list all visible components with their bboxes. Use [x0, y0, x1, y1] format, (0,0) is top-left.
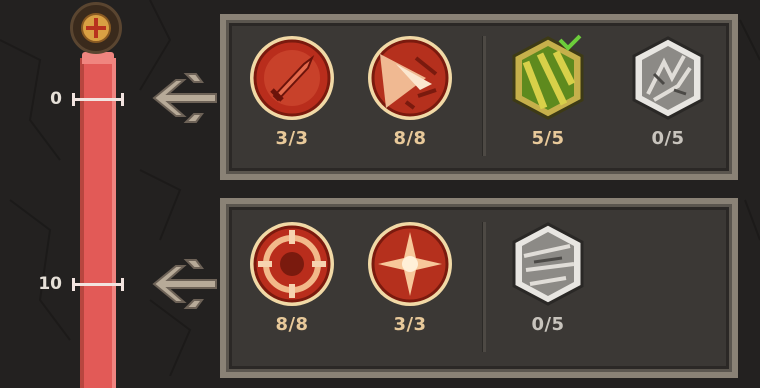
star-burst-icon: [368, 222, 452, 306]
burst-strike-icon: [368, 36, 452, 120]
level-tick-0: [72, 93, 124, 106]
target-ring-icon: [250, 222, 334, 306]
skill-panel-tier-10: 8/8 3/3 0/5: [220, 198, 738, 378]
progress-track: [80, 58, 116, 388]
skill-count: 8/8: [275, 314, 309, 335]
panel-divider: [482, 36, 486, 156]
branch-arrow-icon: [152, 73, 217, 123]
track-cap: [70, 2, 122, 54]
skill-slot[interactable]: 5/5: [500, 34, 596, 149]
skill-count: 3/3: [393, 314, 427, 335]
branch-arrow-icon: [152, 259, 217, 309]
locked-stone-icon: [512, 222, 584, 306]
cross-emblem-icon: [81, 13, 111, 43]
level-label-10: 10: [38, 274, 62, 294]
level-label-0: 0: [50, 89, 62, 109]
skill-slot[interactable]: 8/8: [362, 34, 458, 149]
skill-slot[interactable]: 0/5: [620, 34, 716, 149]
level-tick-10: [72, 278, 124, 291]
skill-panel-tier-0: 3/3 8/8 5/5 0/5: [220, 14, 738, 180]
skill-count: 8/8: [393, 128, 427, 149]
skill-slot[interactable]: 3/3: [362, 220, 458, 335]
skill-count: 5/5: [531, 128, 565, 149]
panel-divider: [482, 222, 486, 352]
skill-slot[interactable]: 0/5: [500, 220, 596, 335]
skill-slot[interactable]: 8/8: [244, 220, 340, 335]
sword-slash-icon: [250, 36, 334, 120]
nature-gem-icon: [512, 34, 584, 120]
skill-slot[interactable]: 3/3: [244, 34, 340, 149]
locked-stone-icon: [632, 36, 704, 120]
skill-count: 0/5: [531, 314, 565, 335]
skill-count: 0/5: [651, 128, 685, 149]
skill-count: 3/3: [275, 128, 309, 149]
